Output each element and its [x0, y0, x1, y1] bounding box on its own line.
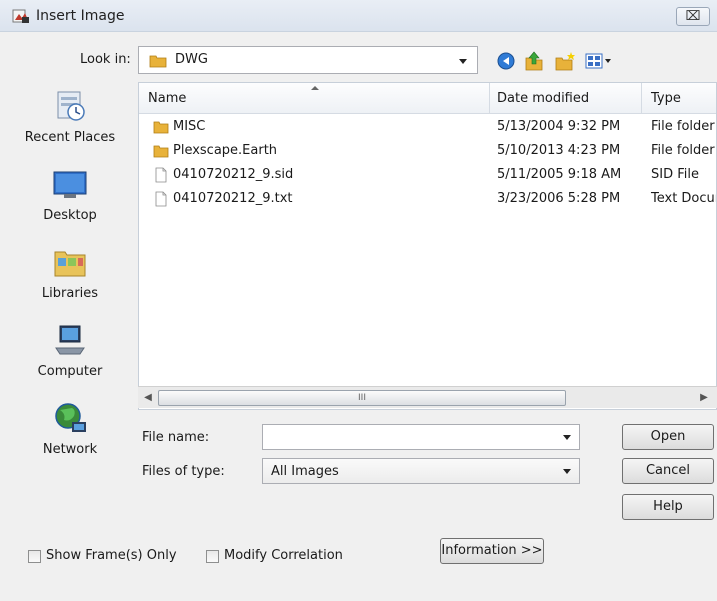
folder-icon: [153, 145, 169, 158]
sort-ascending-icon: [311, 86, 319, 90]
back-icon[interactable]: [496, 50, 516, 72]
information-button[interactable]: Information >>: [440, 538, 544, 564]
lookin-label: Look in:: [80, 52, 131, 67]
file-date: 5/10/2013 4:23 PM: [497, 143, 621, 158]
filetype-select[interactable]: All Images: [262, 458, 580, 484]
file-name: Plexscape.Earth: [173, 143, 278, 158]
help-button[interactable]: Help: [622, 494, 714, 520]
libraries-icon: [54, 251, 86, 277]
lookin-combo[interactable]: DWG: [138, 46, 478, 74]
title-bar: Insert Image ⌧: [0, 0, 717, 32]
close-button[interactable]: ⌧: [676, 7, 710, 26]
filetype-label: Files of type:: [142, 464, 225, 479]
place-label: Libraries: [41, 286, 99, 301]
file-name: MISC: [173, 119, 206, 134]
places-bar: Recent Places Desktop Libraries Computer: [8, 80, 132, 500]
file-type: SID File: [651, 167, 699, 182]
open-button[interactable]: Open: [622, 424, 714, 450]
network-icon: [55, 403, 86, 432]
recent-places-icon: [57, 91, 85, 121]
file-type: Text Document: [651, 191, 716, 206]
up-folder-icon[interactable]: [524, 50, 544, 72]
computer-icon: [55, 325, 85, 355]
file-row[interactable]: 0410720212_9.txt 3/23/2006 5:28 PM Text …: [139, 187, 716, 211]
column-header-date[interactable]: Date modified: [497, 91, 589, 106]
filename-label: File name:: [142, 430, 210, 445]
file-name: 0410720212_9.sid: [173, 167, 294, 182]
filename-field[interactable]: [262, 424, 580, 450]
column-divider[interactable]: [641, 83, 642, 113]
file-name: 0410720212_9.txt: [173, 191, 293, 206]
scroll-right-icon[interactable]: ▶: [698, 391, 710, 405]
scroll-left-icon[interactable]: ◀: [142, 391, 154, 405]
chevron-down-icon: [459, 59, 467, 64]
file-row[interactable]: Plexscape.Earth 5/10/2013 4:23 PM File f…: [139, 139, 716, 163]
view-menu-icon[interactable]: [584, 50, 614, 72]
place-label: Recent Places: [24, 130, 116, 145]
new-folder-icon[interactable]: [554, 50, 576, 72]
folder-icon: [153, 121, 169, 134]
show-frames-checkbox[interactable]: [28, 550, 41, 563]
file-type: File folder: [651, 143, 715, 158]
place-label: Network: [42, 442, 98, 457]
lookin-value: DWG: [175, 52, 208, 67]
file-list-header: Name Date modified Type: [139, 83, 716, 114]
file-date: 3/23/2006 5:28 PM: [497, 191, 621, 206]
cancel-button[interactable]: Cancel: [622, 458, 714, 484]
place-label: Desktop: [43, 208, 97, 223]
modify-correlation-label: Modify Correlation: [224, 548, 343, 563]
file-list[interactable]: Name Date modified Type MISC 5/13/2004 9…: [138, 82, 717, 410]
scroll-thumb[interactable]: III: [158, 390, 566, 406]
file-row[interactable]: 0410720212_9.sid 5/11/2005 9:18 AM SID F…: [139, 163, 716, 187]
file-date: 5/13/2004 9:32 PM: [497, 119, 621, 134]
desktop-icon: [53, 171, 87, 198]
file-icon: [155, 191, 167, 207]
modify-correlation-checkbox[interactable]: [206, 550, 219, 563]
file-row[interactable]: MISC 5/13/2004 9:32 PM File folder: [139, 115, 716, 139]
app-icon: [12, 9, 29, 23]
file-icon: [155, 167, 167, 183]
column-header-name[interactable]: Name: [148, 91, 186, 106]
column-divider[interactable]: [489, 83, 490, 113]
horizontal-scrollbar[interactable]: ◀ III ▶: [138, 386, 717, 408]
file-date: 5/11/2005 9:18 AM: [497, 167, 622, 182]
folder-icon: [149, 55, 167, 68]
show-frames-label: Show Frame(s) Only: [46, 548, 177, 563]
file-type: File folder: [651, 119, 715, 134]
chevron-down-icon[interactable]: [563, 435, 571, 440]
window-title: Insert Image: [36, 8, 125, 24]
filetype-value: All Images: [271, 464, 339, 479]
column-header-type[interactable]: Type: [651, 91, 681, 106]
chevron-down-icon: [563, 469, 571, 474]
place-label: Computer: [37, 364, 103, 379]
